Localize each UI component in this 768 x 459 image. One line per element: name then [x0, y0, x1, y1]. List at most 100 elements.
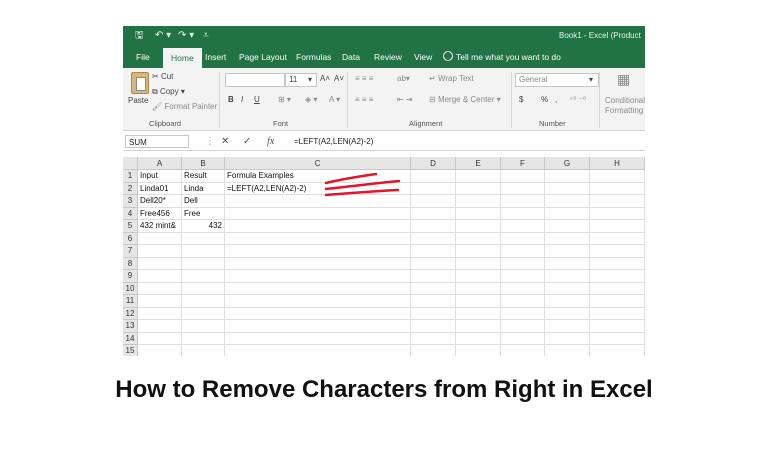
cell-c13[interactable]: [225, 320, 411, 333]
cell-a8[interactable]: [138, 257, 182, 270]
cell-g7[interactable]: [545, 245, 590, 258]
cell-b1[interactable]: Result: [182, 170, 225, 183]
cell-f5[interactable]: [501, 220, 545, 233]
cell-e15[interactable]: [456, 345, 501, 356]
cell-a9[interactable]: [138, 270, 182, 283]
cell-b15[interactable]: [182, 345, 225, 356]
cell-b10[interactable]: [182, 282, 225, 295]
cell-e1[interactable]: [456, 170, 501, 183]
row-header-9[interactable]: 9: [123, 270, 138, 283]
cell-d14[interactable]: [411, 332, 456, 345]
cell-h1[interactable]: [590, 170, 645, 183]
cell-c7[interactable]: [225, 245, 411, 258]
cell-h2[interactable]: [590, 182, 645, 195]
row-header-12[interactable]: 12: [123, 307, 138, 320]
font-color-icon[interactable]: A ▾: [329, 95, 340, 104]
cell-c1[interactable]: Formula Examples: [225, 170, 411, 183]
cell-a15[interactable]: [138, 345, 182, 356]
column-header-f[interactable]: F: [501, 157, 545, 170]
cell-g10[interactable]: [545, 282, 590, 295]
cell-a10[interactable]: [138, 282, 182, 295]
column-header-e[interactable]: E: [456, 157, 501, 170]
italic-button[interactable]: I: [241, 95, 243, 104]
name-box[interactable]: SUM: [125, 135, 189, 148]
fill-color-icon[interactable]: ◈ ▾: [305, 95, 317, 104]
cell-h9[interactable]: [590, 270, 645, 283]
cell-b8[interactable]: [182, 257, 225, 270]
cell-h4[interactable]: [590, 207, 645, 220]
cell-e8[interactable]: [456, 257, 501, 270]
tab-formulas[interactable]: Formulas: [296, 46, 331, 68]
cell-g1[interactable]: [545, 170, 590, 183]
cell-b6[interactable]: [182, 232, 225, 245]
cell-f13[interactable]: [501, 320, 545, 333]
enter-icon[interactable]: ✓: [243, 135, 251, 149]
comma-button[interactable]: ,: [555, 95, 557, 104]
cell-f3[interactable]: [501, 195, 545, 208]
row-header-8[interactable]: 8: [123, 257, 138, 270]
cell-e3[interactable]: [456, 195, 501, 208]
column-header-g[interactable]: G: [545, 157, 590, 170]
indent-icon[interactable]: ⇤ ⇥: [397, 95, 413, 104]
row-header-1[interactable]: 1: [123, 170, 138, 183]
conditional-formatting-label-2[interactable]: Formatting: [605, 106, 643, 115]
cell-b14[interactable]: [182, 332, 225, 345]
cell-f7[interactable]: [501, 245, 545, 258]
paste-icon[interactable]: [131, 72, 149, 94]
cell-f9[interactable]: [501, 270, 545, 283]
cell-a7[interactable]: [138, 245, 182, 258]
cell-d9[interactable]: [411, 270, 456, 283]
cell-g11[interactable]: [545, 295, 590, 308]
cell-c3[interactable]: [225, 195, 411, 208]
tab-file[interactable]: File: [136, 46, 150, 68]
column-header-d[interactable]: D: [411, 157, 456, 170]
cell-d10[interactable]: [411, 282, 456, 295]
align-left-icon[interactable]: ≡ ≡ ≡: [355, 95, 373, 104]
row-header-4[interactable]: 4: [123, 207, 138, 220]
cell-g12[interactable]: [545, 307, 590, 320]
cell-c6[interactable]: [225, 232, 411, 245]
cell-g5[interactable]: [545, 220, 590, 233]
orientation-icon[interactable]: ab▾: [397, 74, 410, 83]
cell-g14[interactable]: [545, 332, 590, 345]
cell-g2[interactable]: [545, 182, 590, 195]
cell-c4[interactable]: [225, 207, 411, 220]
cell-f8[interactable]: [501, 257, 545, 270]
tell-me-search[interactable]: Tell me what you want to do: [443, 46, 561, 68]
cell-h14[interactable]: [590, 332, 645, 345]
borders-icon[interactable]: ⊞ ▾: [278, 95, 291, 104]
cell-a1[interactable]: Input: [138, 170, 182, 183]
cell-e13[interactable]: [456, 320, 501, 333]
cell-h7[interactable]: [590, 245, 645, 258]
tab-page-layout[interactable]: Page Layout: [239, 46, 287, 68]
row-header-10[interactable]: 10: [123, 282, 138, 295]
cell-c8[interactable]: [225, 257, 411, 270]
cell-d15[interactable]: [411, 345, 456, 356]
wrap-text-button[interactable]: ↵ Wrap Text: [429, 74, 474, 83]
cell-d3[interactable]: [411, 195, 456, 208]
cell-f12[interactable]: [501, 307, 545, 320]
cut-button[interactable]: ✂ Cut: [152, 72, 173, 81]
cell-a2[interactable]: Linda01: [138, 182, 182, 195]
cell-h6[interactable]: [590, 232, 645, 245]
currency-button[interactable]: $: [519, 95, 523, 104]
format-painter-button[interactable]: 🖌 Format Painter: [152, 102, 217, 111]
cell-e6[interactable]: [456, 232, 501, 245]
cell-d4[interactable]: [411, 207, 456, 220]
column-header-c[interactable]: C: [225, 157, 411, 170]
cell-c5[interactable]: [225, 220, 411, 233]
cell-b2[interactable]: Linda: [182, 182, 225, 195]
cell-b7[interactable]: [182, 245, 225, 258]
cell-g13[interactable]: [545, 320, 590, 333]
select-all-corner[interactable]: [123, 157, 138, 170]
cell-f14[interactable]: [501, 332, 545, 345]
cell-f6[interactable]: [501, 232, 545, 245]
cell-d8[interactable]: [411, 257, 456, 270]
cell-f10[interactable]: [501, 282, 545, 295]
cell-a3[interactable]: Dell20*: [138, 195, 182, 208]
cell-g8[interactable]: [545, 257, 590, 270]
cell-d1[interactable]: [411, 170, 456, 183]
cell-e11[interactable]: [456, 295, 501, 308]
cell-c12[interactable]: [225, 307, 411, 320]
row-header-14[interactable]: 14: [123, 332, 138, 345]
